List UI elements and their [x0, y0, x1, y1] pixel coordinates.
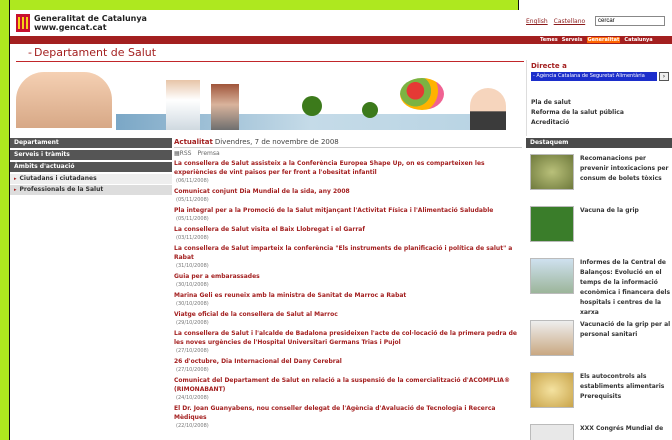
news-link[interactable]: La consellera de Salut assisteix a la Co…	[174, 159, 522, 177]
tree-icon	[302, 96, 322, 116]
lang-castellano-link[interactable]: Castellano	[554, 18, 586, 25]
vaccination-thumbnail	[530, 320, 574, 356]
news-link[interactable]: La consellera de Salut visita el Baix Ll…	[174, 225, 522, 234]
tree-icon	[362, 102, 378, 118]
nav-item-ciutadans[interactable]: Ciutadans i ciutadanes	[10, 174, 172, 184]
nav-item-professionals[interactable]: Professionals de la Salut	[10, 185, 172, 195]
directe-title: Directe a	[531, 62, 567, 70]
news-date: (30/10/2008)	[176, 301, 209, 307]
left-navigation: Departament Serveis i tràmits Àmbits d'a…	[10, 138, 172, 196]
actualitat-date: Divendres, 7 de novembre de 2008	[214, 138, 339, 146]
news-date: (29/10/2008)	[176, 320, 209, 326]
banner-doctor-photo	[166, 80, 200, 130]
site-brand[interactable]: Generalitat de Catalunya www.gencat.cat	[34, 14, 147, 32]
actualitat-title: Actualitat	[174, 138, 213, 146]
banner-woman-photo	[16, 72, 112, 128]
news-link[interactable]: 26 d'octubre, Dia Internacional del Dany…	[174, 357, 522, 366]
agency-select[interactable]: - Agència Catalana de Seguretat Alimentà…	[531, 72, 657, 81]
brand-name: Generalitat de Catalunya	[34, 14, 147, 23]
directe-links: Pla de salut Reforma de la salut pública…	[531, 98, 624, 128]
web-page: Generalitat de Catalunya www.gencat.cat …	[10, 10, 672, 440]
food-control-thumbnail	[530, 372, 574, 408]
news-link[interactable]: Pla integral per a la Promoció de la Sal…	[174, 206, 522, 215]
title-divider	[16, 61, 524, 62]
news-link[interactable]: Viatge oficial de la consellera de Salut…	[174, 310, 522, 319]
search-input[interactable]	[595, 16, 665, 26]
outer-frame-left	[0, 0, 10, 440]
banner-patient-photo	[211, 84, 239, 130]
news-link[interactable]: Marina Geli es reuneix amb la ministra d…	[174, 291, 522, 300]
news-date: (05/11/2008)	[176, 197, 209, 203]
news-date: (06/11/2008)	[176, 178, 209, 184]
language-links: English Castellano	[526, 18, 591, 25]
hospital-thumbnail	[530, 258, 574, 294]
menu-catalunya[interactable]: Catalunya	[624, 37, 652, 43]
news-date: (05/11/2008)	[176, 216, 209, 222]
actualitat-header: Actualitat Divendres, 7 de novembre de 20…	[174, 138, 522, 148]
news-date: (24/10/2008)	[176, 395, 209, 401]
lang-english-link[interactable]: English	[526, 18, 548, 25]
link-acreditacio[interactable]: Acreditació	[531, 118, 624, 128]
nav-serveis[interactable]: Serveis i tràmits	[10, 150, 172, 160]
news-date: (30/10/2008)	[176, 282, 209, 288]
news-date: (27/10/2008)	[176, 367, 209, 373]
banner-child-photo	[470, 88, 506, 130]
brand-url: www.gencat.cat	[34, 23, 107, 32]
news-list: La consellera de Salut assisteix a la Co…	[174, 159, 522, 431]
news-link[interactable]: Comunicat conjunt Dia Mundial de la sida…	[174, 187, 522, 196]
directe-a-panel: Directe a - Agència Catalana de Segureta…	[526, 60, 672, 136]
flu-vaccine-thumbnail	[530, 206, 574, 242]
banner-image	[16, 70, 506, 130]
main-content: Actualitat Divendres, 7 de novembre de 20…	[174, 138, 522, 432]
menu-serveis[interactable]: Serveis	[562, 37, 583, 43]
destaquem-header: Destaquem	[526, 138, 672, 148]
news-link[interactable]: Comunicat del Departament de Salut en re…	[174, 376, 522, 394]
banner-fruit-photo	[400, 78, 444, 110]
congress-thumbnail	[530, 424, 574, 440]
outer-frame-top	[0, 0, 672, 11]
mushroom-thumbnail	[530, 154, 574, 190]
premsa-link[interactable]: Premsa	[197, 150, 219, 157]
link-pla-salut[interactable]: Pla de salut	[531, 98, 624, 108]
top-menu-bar: Temes Serveis Generalitat Catalunya	[10, 36, 672, 44]
news-link[interactable]: La consellera de Salut imparteix la conf…	[174, 244, 522, 262]
nav-departament[interactable]: Departament	[10, 138, 172, 148]
feed-links: ▦RSS Premsa	[174, 150, 522, 157]
news-link[interactable]: La consellera de Salut i l'alcalde de Ba…	[174, 329, 522, 347]
news-link[interactable]: Guia per a embarassades	[174, 272, 522, 281]
generalitat-logo-icon[interactable]	[16, 14, 30, 32]
department-title[interactable]: Departament de Salut	[28, 46, 156, 59]
top-menu: Temes Serveis Generalitat Catalunya	[540, 36, 657, 44]
news-date: (22/10/2008)	[176, 423, 209, 429]
news-date: (03/11/2008)	[176, 235, 209, 241]
news-date: (31/10/2008)	[176, 263, 209, 269]
menu-temes[interactable]: Temes	[540, 37, 558, 43]
go-button[interactable]: ›	[659, 72, 669, 81]
link-reforma[interactable]: Reforma de la salut pública	[531, 108, 624, 118]
news-date: (27/10/2008)	[176, 348, 209, 354]
menu-generalitat[interactable]: Generalitat	[586, 37, 621, 43]
nav-ambits[interactable]: Àmbits d'actuació	[10, 162, 172, 172]
rss-link[interactable]: ▦RSS	[174, 150, 191, 157]
news-link[interactable]: El Dr. Joan Guanyabens, nou conseller de…	[174, 404, 522, 422]
